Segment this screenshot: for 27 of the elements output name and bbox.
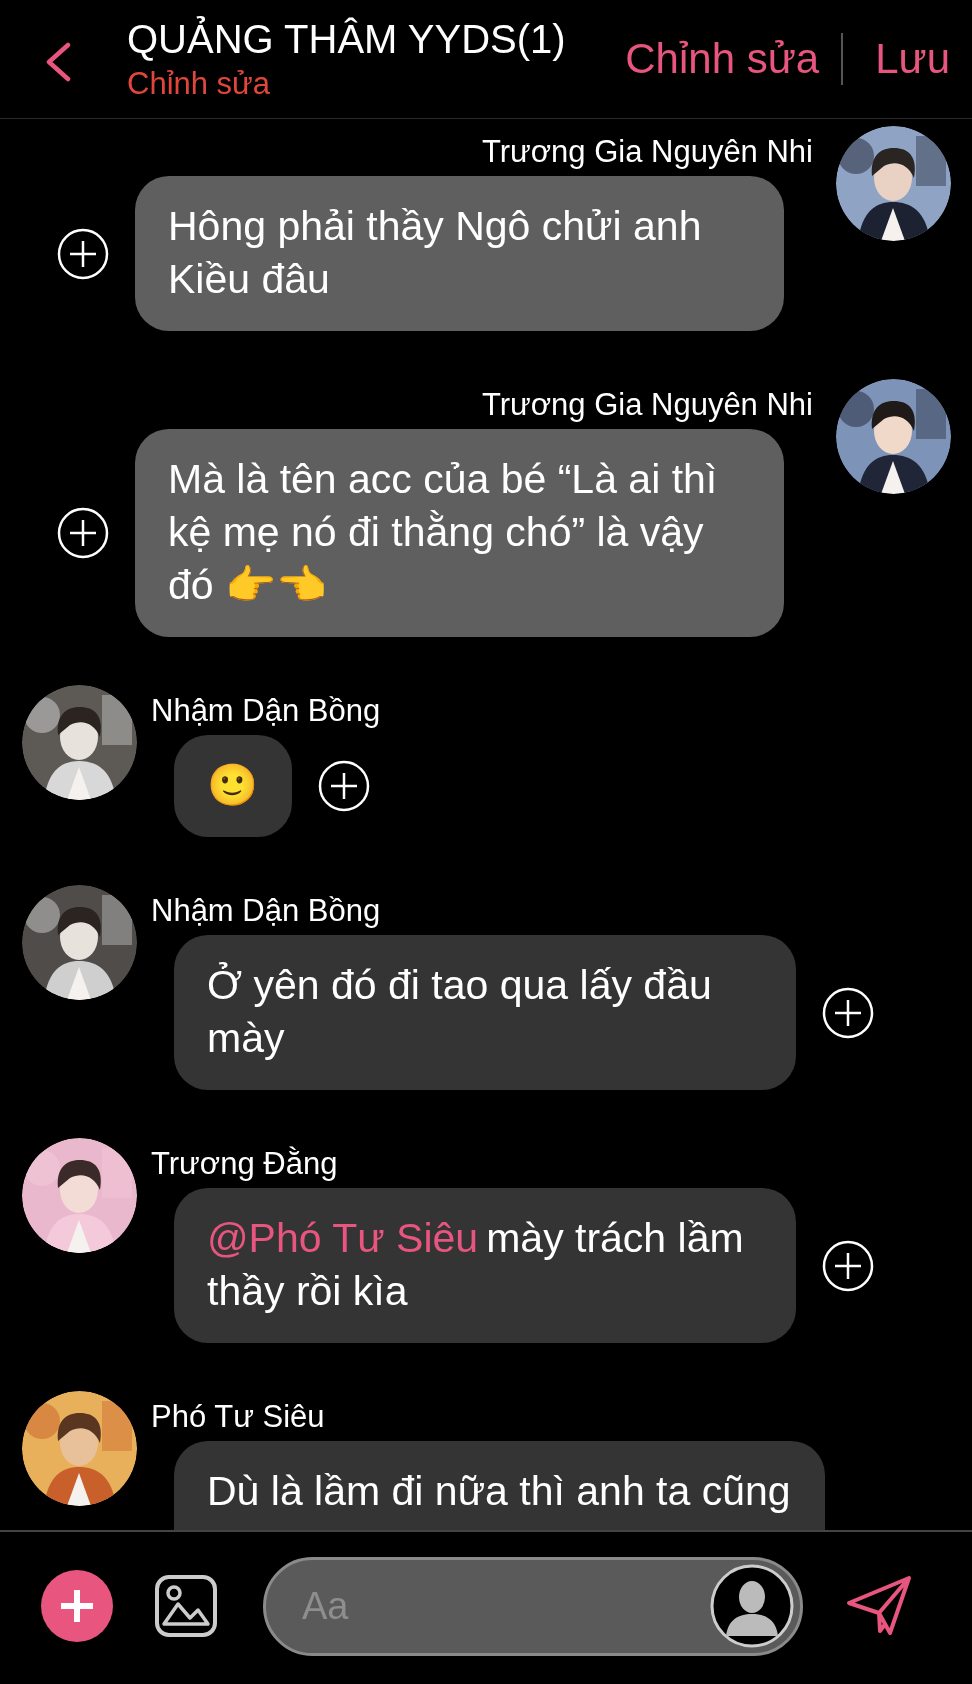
message-bubble: Ở yên đó đi tao qua lấy đầu mày bbox=[174, 935, 796, 1090]
sender-name: Phó Tư Siêu bbox=[151, 1399, 325, 1435]
sender-name: Trương Gia Nguyên Nhi bbox=[481, 387, 813, 423]
add-icon[interactable] bbox=[57, 507, 109, 559]
message-bubble: Dù là lầm đi nữa thì anh ta cũng bbox=[174, 1441, 825, 1530]
chat-title: QUẢNG THÂM YYDS(1) bbox=[127, 16, 567, 62]
save-button[interactable]: Lưu bbox=[875, 35, 950, 83]
add-icon[interactable] bbox=[57, 227, 109, 280]
add-icon[interactable] bbox=[822, 1239, 874, 1292]
sender-name: Trương Gia Nguyên Nhi bbox=[481, 134, 813, 170]
image-icon[interactable] bbox=[154, 1574, 218, 1638]
sender-name: Nhậm Dận Bồng bbox=[151, 893, 381, 929]
add-button[interactable] bbox=[41, 1570, 113, 1642]
add-icon[interactable] bbox=[318, 760, 370, 812]
chat-subtitle: Chỉnh sửa bbox=[127, 65, 272, 102]
sender-name: Nhậm Dận Bồng bbox=[151, 693, 381, 729]
edit-button[interactable]: Chỉnh sửa bbox=[625, 35, 820, 83]
back-icon[interactable] bbox=[44, 42, 72, 82]
message-bubble: Hông phải thầy Ngô chửi anh Kiều đâu bbox=[135, 176, 784, 331]
sender-name: Trương Đằng bbox=[151, 1146, 338, 1182]
mention-link[interactable]: @Phó Tư Siêu bbox=[207, 1215, 479, 1261]
message-bubble: Mà là tên acc của bé “Là ai thì kệ mẹ nó đi thằng chó” là vậy đó 👉👈 bbox=[135, 429, 784, 637]
message-bubble: 🙂 bbox=[174, 735, 292, 837]
avatar-icon[interactable] bbox=[710, 1564, 794, 1648]
send-icon[interactable] bbox=[846, 1575, 912, 1637]
message-bubble: @Phó Tư Siêu mày trách lầm thầy rồi kìa bbox=[174, 1188, 796, 1343]
add-icon[interactable] bbox=[822, 986, 874, 1039]
